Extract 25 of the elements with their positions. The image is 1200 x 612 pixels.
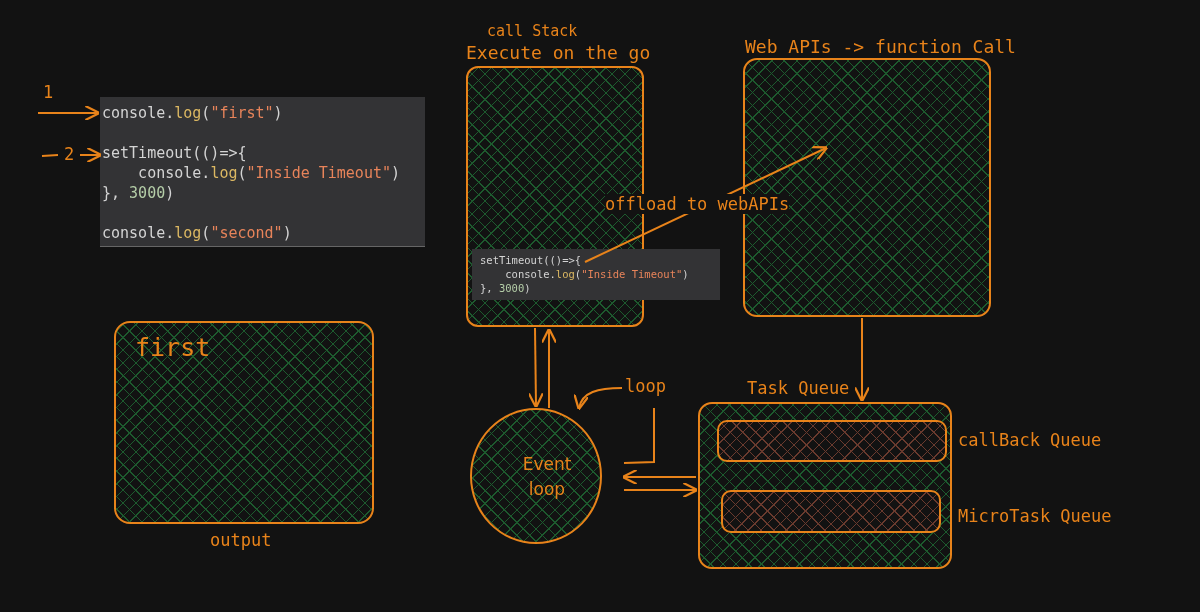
code-line: }, 3000) [102, 183, 175, 203]
code-line: setTimeout(()=>{ [480, 253, 582, 267]
code-line: console.log("first") [102, 103, 283, 123]
diagram-label: loop [625, 376, 666, 397]
diagram-title: Task Queue [747, 378, 850, 399]
output-text: first [135, 333, 211, 363]
arrow [574, 387, 623, 411]
code-line: console.log("Inside Timeout") [504, 267, 689, 281]
diagram-title: Web APIs -> function Call [745, 36, 1016, 58]
event-loop-label: Event loop [521, 453, 573, 501]
code-line: console.log("second") [102, 223, 292, 243]
diagram-title: Execute on the go [466, 42, 651, 64]
queue-label: callBack Queue [958, 430, 1102, 451]
code-line: console.log("Inside Timeout") [137, 163, 401, 183]
diagram-label: output [210, 530, 272, 551]
diagram-label: call Stack [487, 22, 578, 40]
arrow [41, 146, 103, 164]
step-number: 1 [43, 82, 54, 103]
diagram-label: offload to webAPIs [605, 194, 790, 215]
code-line: setTimeout(()=>{ [102, 143, 247, 163]
connector-line [623, 407, 655, 464]
step-number: 2 [64, 144, 75, 165]
code-line: }, 3000) [480, 281, 531, 295]
arrow [37, 104, 101, 122]
queue-label: MicroTask Queue [958, 506, 1112, 527]
